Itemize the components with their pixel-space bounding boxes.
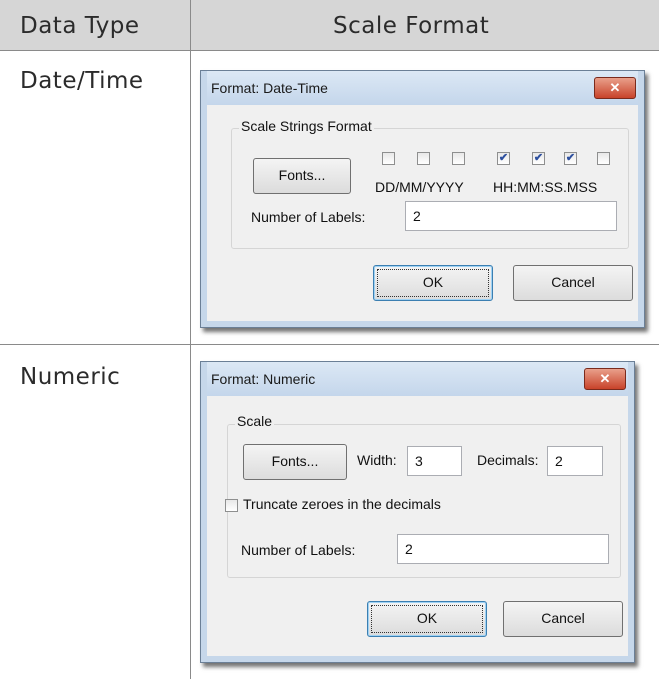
close-button[interactable]: ✕ bbox=[584, 368, 626, 390]
cancel-button[interactable]: Cancel bbox=[503, 601, 623, 637]
numeric-format-dialog: Format: Numeric ✕ Scale Fonts... Width: … bbox=[200, 361, 635, 663]
number-of-labels-input[interactable]: 2 bbox=[405, 201, 617, 231]
width-input[interactable]: 3 bbox=[407, 446, 462, 476]
time-checkbox-4[interactable] bbox=[597, 152, 610, 165]
header-data-type: Data Type bbox=[0, 0, 190, 51]
number-of-labels-input[interactable]: 2 bbox=[397, 534, 609, 564]
row-label-numeric: Numeric bbox=[20, 364, 121, 390]
truncate-zeroes-checkbox[interactable] bbox=[225, 499, 238, 512]
dialog-titlebar: Format: Numeric ✕ bbox=[201, 362, 634, 396]
focus-rectangle bbox=[371, 605, 483, 633]
focus-rectangle bbox=[377, 269, 489, 297]
header-data-type-label: Data Type bbox=[20, 13, 140, 39]
ok-button[interactable]: OK bbox=[367, 601, 487, 637]
decimals-label: Decimals: bbox=[477, 452, 539, 468]
ok-button[interactable]: OK bbox=[373, 265, 493, 301]
time-format-label: HH:MM:SS.MSS bbox=[493, 179, 598, 195]
header-scale-format-label: Scale Format bbox=[333, 13, 490, 39]
truncate-zeroes-label: Truncate zeroes in the decimals bbox=[243, 496, 441, 512]
date-format-label: DD/MM/YYYY bbox=[375, 179, 464, 195]
fonts-button[interactable]: Fonts... bbox=[243, 444, 347, 480]
header-scale-format: Scale Format bbox=[190, 0, 659, 51]
date-checkbox-1[interactable] bbox=[382, 152, 395, 165]
date-checkbox-3[interactable] bbox=[452, 152, 465, 165]
dialog-title: Format: Date-Time bbox=[211, 80, 328, 96]
date-checkbox-2[interactable] bbox=[417, 152, 430, 165]
row-label-datetime: Date/Time bbox=[20, 68, 144, 94]
dialog-title: Format: Numeric bbox=[211, 371, 316, 387]
decimals-input[interactable]: 2 bbox=[547, 446, 603, 476]
dialog-client: Scale Strings Format Fonts... ✔ ✔ ✔ DD/M… bbox=[207, 105, 638, 321]
time-checkbox-1[interactable]: ✔ bbox=[497, 152, 510, 165]
time-checkbox-2[interactable]: ✔ bbox=[532, 152, 545, 165]
width-label: Width: bbox=[357, 452, 397, 468]
dialog-client: Scale Fonts... Width: 3 Decimals: 2 Trun… bbox=[207, 396, 628, 656]
number-of-labels-label: Number of Labels: bbox=[241, 542, 356, 558]
fonts-button[interactable]: Fonts... bbox=[253, 158, 351, 194]
column-divider bbox=[190, 50, 191, 679]
number-of-labels-label: Number of Labels: bbox=[251, 209, 366, 225]
row-divider bbox=[0, 344, 659, 345]
group-label: Scale Strings Format bbox=[239, 118, 374, 134]
group-label: Scale bbox=[235, 413, 275, 429]
dialog-titlebar: Format: Date-Time ✕ bbox=[201, 71, 644, 105]
close-button[interactable]: ✕ bbox=[594, 77, 636, 99]
datetime-format-dialog: Format: Date-Time ✕ Scale Strings Format… bbox=[200, 70, 645, 328]
cancel-button[interactable]: Cancel bbox=[513, 265, 633, 301]
time-checkbox-3[interactable]: ✔ bbox=[564, 152, 577, 165]
